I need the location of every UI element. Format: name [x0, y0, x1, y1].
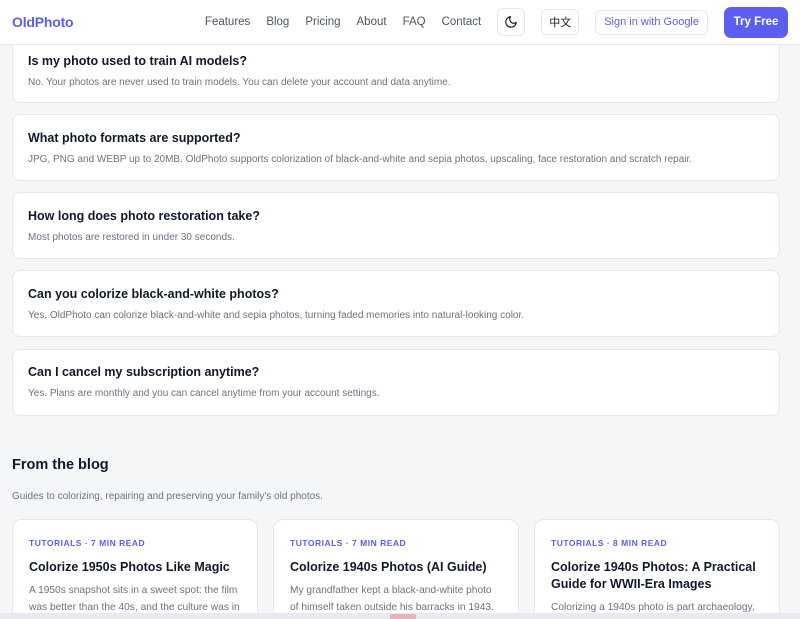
bottom-indicator	[390, 614, 416, 619]
faq-item[interactable]: What photo formats are supported? JPG, P…	[12, 114, 780, 181]
nav-link-faq[interactable]: FAQ	[403, 16, 426, 28]
blog-card[interactable]: TUTORIALS · 8 MIN READ Colorize 1940s Ph…	[534, 519, 780, 619]
faq-answer: No. Your photos are never used to train …	[28, 77, 451, 88]
blog-card-excerpt: A 1950s snapshot sits in a sweet spot: t…	[29, 585, 240, 613]
faq-answer: JPG, PNG and WEBP up to 20MB. OldPhoto s…	[28, 154, 693, 165]
top-navbar: OldPhoto Features Blog Pricing About FAQ…	[0, 0, 800, 45]
faq-question: What photo formats are supported?	[28, 131, 241, 145]
blog-card-title: Colorize 1940s Photos: A Practical Guide…	[551, 560, 756, 591]
blog-card-title: Colorize 1940s Photos (AI Guide)	[290, 560, 487, 574]
nav-link-contact[interactable]: Contact	[442, 16, 482, 28]
blog-card-tag: TUTORIALS · 8 MIN READ	[551, 538, 668, 548]
faq-answer: Yes. OldPhoto can colorize black-and-whi…	[28, 310, 525, 321]
nav-link-features[interactable]: Features	[205, 16, 250, 28]
blog-section-subtitle: Guides to colorizing, repairing and pres…	[12, 491, 323, 502]
blog-card[interactable]: TUTORIALS · 7 MIN READ Colorize 1950s Ph…	[12, 519, 258, 619]
blog-card-excerpt: My grandfather kept a black-and-white ph…	[290, 585, 494, 613]
faq-answer: Most photos are restored in under 30 sec…	[28, 232, 235, 243]
nav-link-pricing[interactable]: Pricing	[305, 16, 340, 28]
faq-question: Can I cancel my subscription anytime?	[28, 365, 260, 379]
blog-card-tag: TUTORIALS · 7 MIN READ	[29, 538, 146, 548]
blog-section-title: From the blog	[12, 457, 109, 473]
faq-answer: Yes. Plans are monthly and you can cance…	[28, 388, 380, 399]
blog-card-title: Colorize 1950s Photos Like Magic	[29, 560, 230, 574]
google-signin-button[interactable]: Sign in with Google	[595, 9, 708, 35]
nav-link-about[interactable]: About	[357, 16, 387, 28]
blog-card[interactable]: TUTORIALS · 7 MIN READ Colorize 1940s Ph…	[273, 519, 519, 619]
nav-link-blog[interactable]: Blog	[266, 16, 289, 28]
blog-card-tag: TUTORIALS · 7 MIN READ	[290, 538, 407, 548]
faq-item[interactable]: Can you colorize black-and-white photos?…	[12, 270, 780, 337]
faq-item[interactable]: How long does photo restoration take? Mo…	[12, 192, 780, 259]
logo[interactable]: OldPhoto	[12, 14, 74, 30]
faq-item[interactable]: Can I cancel my subscription anytime? Ye…	[12, 349, 780, 416]
faq-question: How long does photo restoration take?	[28, 209, 260, 223]
faq-item[interactable]: Is my photo used to train AI models? No.…	[12, 36, 780, 103]
try-free-button[interactable]: Try Free	[724, 6, 788, 38]
faq-question: Can you colorize black-and-white photos?	[28, 287, 279, 301]
nav-links: Features Blog Pricing About FAQ Contact	[205, 16, 481, 28]
language-button[interactable]: 中文	[541, 9, 580, 35]
moon-icon	[505, 16, 518, 28]
faq-question: Is my photo used to train AI models?	[28, 54, 248, 68]
theme-toggle-button[interactable]	[497, 8, 526, 36]
